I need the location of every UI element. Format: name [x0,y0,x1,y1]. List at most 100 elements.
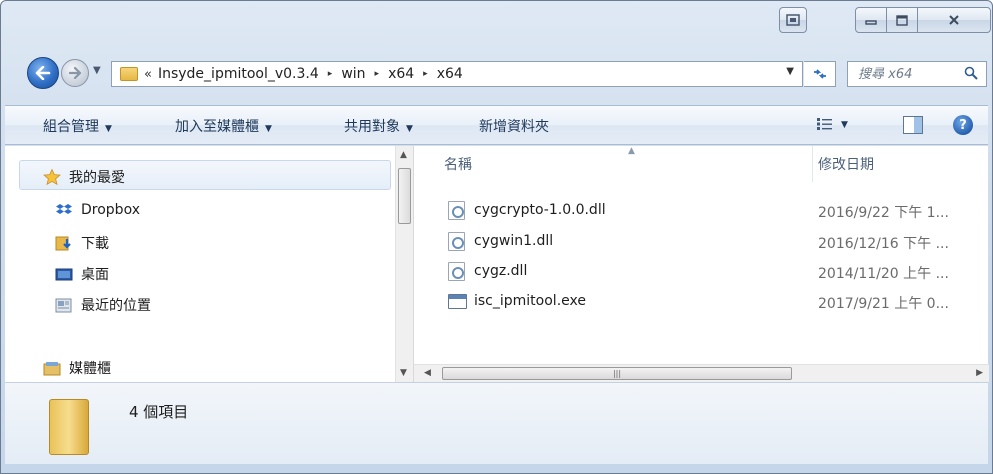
dll-file-icon [448,262,465,281]
nav-item-downloads[interactable]: 下載 [55,233,109,253]
item-count: 4 個項目 [129,403,189,421]
scroll-up-arrow[interactable]: ▲ [400,150,407,160]
preview-pane-icon[interactable] [903,116,923,134]
scroll-right-arrow[interactable]: ▶ [976,368,983,378]
nav-vertical-scrollbar[interactable]: ▲ ▼ [395,146,413,382]
explorer-window: ▼ « Insyde_ipmitool_v0.3.4 ▸ win ▸ x64 ▸… [0,0,993,474]
new-folder-button[interactable]: 新增資料夾 [479,116,549,136]
back-button[interactable] [27,57,59,89]
nav-item-libraries[interactable]: 媒體櫃 [43,358,111,378]
file-name: cygcrypto-1.0.0.dll [474,202,606,218]
desktop-icon [55,266,73,282]
nav-item-dropbox[interactable]: Dropbox [55,202,140,218]
close-icon [949,15,959,25]
navigation-pane: 我的最愛 Dropbox 下載 桌面 最近的位置 媒體櫃 ▲ ▼ [5,146,413,382]
nav-item-desktop[interactable]: 桌面 [55,264,109,284]
close-button[interactable] [917,7,991,33]
file-date: 2016/12/16 下午 ... [818,236,949,252]
file-name: cygz.dll [474,263,528,279]
scroll-thumb[interactable]: ||| [442,367,792,380]
address-bar[interactable]: « Insyde_ipmitool_v0.3.4 ▸ win ▸ x64 ▸ x… [111,61,803,87]
folder-icon [49,399,89,455]
nav-item-label: 桌面 [81,267,109,283]
column-header-name[interactable]: 名稱 [444,146,814,182]
arrow-left-icon [35,66,51,80]
recent-pages-dropdown[interactable]: ▼ [93,65,107,81]
file-horizontal-scrollbar[interactable]: ◀ ||| ▶ [414,364,989,382]
add-to-library-menu[interactable]: 加入至媒體櫃 ▼ [175,116,272,136]
file-date: 2017/9/21 上午 0... [818,296,949,312]
downloads-icon [55,235,73,251]
breadcrumb-separator[interactable]: ▸ [423,69,428,79]
organize-menu[interactable]: 組合管理 ▼ [43,116,112,136]
breadcrumb-separator[interactable]: ▸ [328,69,333,79]
add-to-library-label: 加入至媒體櫃 [175,119,259,135]
scroll-thumb[interactable] [398,168,411,224]
file-date: 2014/11/20 上午 ... [818,266,949,282]
new-folder-label: 新增資料夾 [479,119,549,135]
file-row[interactable]: cygz.dll 2014/11/20 上午 ... [414,257,989,287]
maximize-icon [896,14,908,26]
file-date: 2016/9/22 下午 1... [818,205,949,221]
search-box[interactable] [847,61,987,87]
exe-file-icon [448,294,467,309]
title-bar [1,1,992,47]
scroll-down-arrow[interactable]: ▼ [400,368,407,378]
minimize-button[interactable] [855,7,887,33]
dropdown-arrow-icon: ▼ [265,124,272,134]
breadcrumb-overflow[interactable]: « [144,67,152,82]
nav-item-label: Dropbox [81,202,140,218]
breadcrumb-item[interactable]: x64 [437,66,463,82]
forward-button[interactable] [61,59,89,87]
recent-places-icon [55,297,73,313]
extra-window-button[interactable] [779,7,807,33]
maximize-button[interactable] [886,7,918,33]
nav-item-label: 最近的位置 [81,298,151,314]
search-input[interactable] [856,65,952,83]
breadcrumb-separator[interactable]: ▸ [375,69,380,79]
organize-label: 組合管理 [43,119,99,135]
file-row[interactable]: isc_ipmitool.exe 2017/9/21 上午 0... [414,287,989,317]
folder-icon [120,67,138,81]
nav-item-favorites-label: 我的最愛 [69,170,125,186]
breadcrumb-item[interactable]: x64 [388,66,414,82]
file-name: cygwin1.dll [474,233,554,249]
file-row[interactable]: cygwin1.dll 2016/12/16 下午 ... [414,227,989,257]
nav-item-favorites[interactable]: 我的最愛 [43,167,125,187]
window-icon [786,14,800,26]
dropbox-icon [55,202,73,218]
address-dropdown[interactable]: ▼ [786,66,794,77]
nav-item-libraries-label: 媒體櫃 [69,361,111,377]
command-bar: 組合管理 ▼ 加入至媒體櫃 ▼ 共用對象 ▼ 新增資料夾 ▼ ? [5,105,988,145]
nav-item-label: 下載 [81,236,109,252]
share-with-menu[interactable]: 共用對象 ▼ [344,116,413,136]
help-icon[interactable]: ? [953,115,973,135]
search-icon[interactable] [964,66,978,80]
share-with-label: 共用對象 [344,119,400,135]
dll-file-icon [448,232,465,251]
column-separator[interactable] [812,146,813,182]
star-icon [43,168,61,186]
file-row[interactable]: cygcrypto-1.0.0.dll 2016/9/22 下午 1... [414,196,989,226]
refresh-button[interactable] [804,61,836,87]
breadcrumb-item[interactable]: Insyde_ipmitool_v0.3.4 [158,66,319,82]
breadcrumb-item[interactable]: win [341,66,365,82]
library-icon [43,360,61,376]
dll-file-icon [448,201,465,220]
view-dropdown-arrow[interactable]: ▼ [841,120,848,130]
list-view-icon [817,118,832,130]
column-header-modified[interactable]: 修改日期 [818,146,978,182]
minimize-icon [865,20,877,25]
scroll-left-arrow[interactable]: ◀ [424,368,431,378]
arrow-right-icon [68,67,82,79]
nav-item-recent-places[interactable]: 最近的位置 [55,295,151,315]
address-row: ▼ « Insyde_ipmitool_v0.3.4 ▸ win ▸ x64 ▸… [1,53,992,93]
details-pane: 4 個項目 [5,382,988,464]
file-list-pane: ▲ 名稱 修改日期 cygcrypto-1.0.0.dll 2016/9/22 … [413,146,989,382]
column-header-modified-label: 修改日期 [818,157,874,173]
column-header-name-label: 名稱 [444,157,472,173]
dropdown-arrow-icon: ▼ [406,124,413,134]
dropdown-arrow-icon: ▼ [105,124,112,134]
grip-icon: ||| [612,369,622,378]
view-options-icon[interactable] [817,118,833,134]
